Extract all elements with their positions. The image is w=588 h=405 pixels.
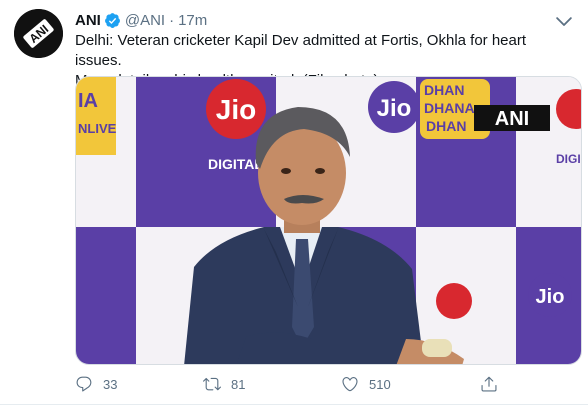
like-button[interactable]: 510 [341,372,391,396]
avatar[interactable]: ANI [14,9,63,58]
share-button[interactable] [480,372,508,396]
backdrop-panel-purple [76,227,136,364]
backdrop-text-dhan-3: DHAN [426,118,466,134]
microphone [422,339,452,357]
ani-watermark-text: ANI [495,108,529,130]
backdrop-text-left-top: IA [78,90,98,112]
jio-logo-icon [436,283,472,319]
author-handle[interactable]: @ANI [125,12,165,29]
heart-icon [342,377,358,392]
tweet-header: ANI @ANI · 17m [75,10,207,30]
photo-illustration: IA NLIVE Jio DIGITAL Jio DHAN DHANA DHAN… [76,77,581,364]
backdrop-text-left-bottom: NLIVE [78,121,117,136]
backdrop-text-dhan-2: DHANA [424,100,475,116]
tweet-timestamp[interactable]: 17m [178,12,207,29]
retweet-count: 81 [231,376,246,392]
dhan-logo-fragment [76,77,116,155]
jio-logo-text: Jio [216,94,256,125]
retweet-button[interactable]: 81 [203,372,245,396]
backdrop-text-dhan-1: DHAN [424,82,464,98]
tweet-photo[interactable]: IA NLIVE Jio DIGITAL Jio DHAN DHANA DHAN… [75,76,582,365]
reply-icon [76,376,92,392]
retweet-icon [203,377,221,391]
verified-badge-icon [104,12,120,28]
like-count: 510 [369,376,391,392]
author-name[interactable]: ANI [75,12,101,29]
reply-count: 33 [103,376,118,392]
share-icon [481,376,497,392]
jio-logo-text-2: Jio [377,95,412,122]
separator-dot: · [169,11,175,29]
chevron-down-icon[interactable] [553,10,575,32]
backdrop-text-digi: DIGI [556,152,581,166]
backdrop-text-digital: DIGITAL [208,156,263,172]
tweet-actions: 33 81 510 [75,372,515,396]
reply-button[interactable]: 33 [75,372,117,396]
ani-logo-icon: ANI [14,9,63,58]
tweet-card[interactable]: ANI ANI @ANI · 17m Delhi: Veteran cricke… [0,0,588,405]
tweet-text-line-1: Delhi: Veteran cricketer Kapil Dev admit… [75,32,527,69]
jio-logo-text-3: Jio [536,286,565,308]
